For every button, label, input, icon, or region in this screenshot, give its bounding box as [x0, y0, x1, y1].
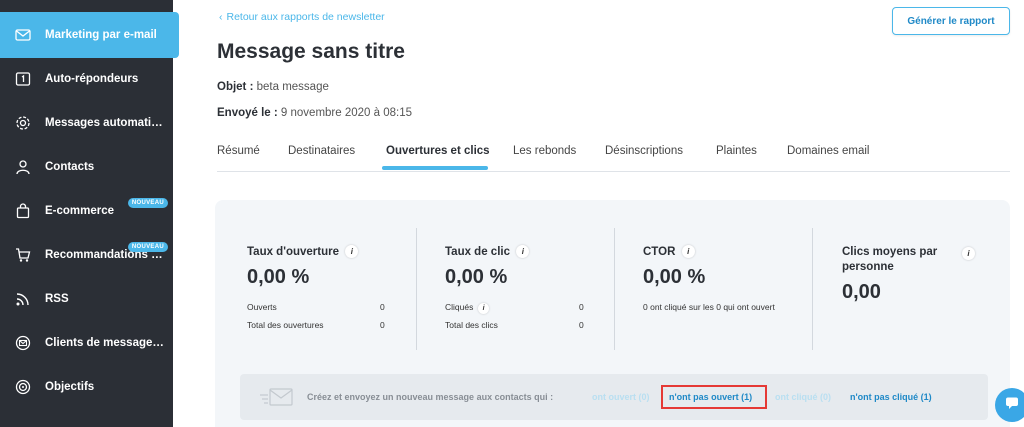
tab-opens-clicks[interactable]: Ouvertures et clics	[386, 145, 490, 157]
not-clicked-link[interactable]: n'ont pas cliqué (1)	[850, 392, 932, 402]
chevron-left-icon: ‹	[219, 11, 223, 23]
shopping-bag-icon	[14, 202, 32, 220]
clicked-link[interactable]: ont cliqué (0)	[775, 392, 831, 402]
sidebar-item-label: Marketing par e-mail	[45, 29, 157, 41]
cart-icon	[14, 246, 32, 264]
target-icon	[14, 378, 32, 396]
info-icon[interactable]: i	[345, 245, 359, 258]
active-tab-indicator	[382, 166, 488, 170]
sent-date-line: Envoyé le : 9 novembre 2020 à 08:15	[217, 107, 412, 119]
chat-button[interactable]	[995, 388, 1024, 422]
clicked-label: Cliqués i	[445, 302, 490, 314]
tab-complaints[interactable]: Plaintes	[716, 145, 757, 157]
mail-client-icon	[14, 334, 32, 352]
stat-divider	[614, 228, 615, 350]
sidebar-item-contacts[interactable]: Contacts	[0, 145, 173, 189]
autoresponder-icon	[14, 70, 32, 88]
sidebar-item-label: Contacts	[45, 161, 95, 173]
mail-icon	[14, 26, 32, 44]
opened-label: Ouverts	[247, 302, 277, 312]
person-icon	[14, 158, 32, 176]
new-badge: NOUVEAU	[127, 242, 168, 252]
resend-prompt: Créez et envoyez un nouveau message aux …	[307, 392, 554, 402]
opened-value: 0	[380, 302, 385, 312]
tab-email-domains[interactable]: Domaines email	[787, 145, 869, 157]
open-rate-stat: Taux d'ouverture i 0,00 %	[247, 245, 437, 289]
clicked-value: 0	[579, 302, 584, 312]
subject-line: Objet : beta message	[217, 81, 329, 93]
generate-report-button[interactable]: Générer le rapport	[892, 7, 1010, 35]
total-clicks-value: 0	[579, 320, 584, 330]
stat-divider	[812, 228, 813, 350]
sidebar-item-label: Objectifs	[45, 381, 95, 393]
envelope-icon	[259, 385, 295, 414]
sidebar-item-ecommerce[interactable]: E-commerce NOUVEAU	[0, 189, 173, 233]
click-rate-stat: Taux de clic i 0,00 %	[445, 245, 635, 289]
info-icon[interactable]: i	[478, 303, 490, 314]
total-opens-label: Total des ouvertures	[247, 320, 324, 330]
info-icon[interactable]: i	[962, 247, 975, 260]
sidebar-item-autoresponders[interactable]: Auto-répondeurs	[0, 57, 173, 101]
info-icon[interactable]: i	[516, 245, 530, 258]
highlight-box	[661, 385, 767, 409]
opened-link[interactable]: ont ouvert (0)	[592, 392, 650, 402]
sidebar-item-rss[interactable]: RSS	[0, 277, 173, 321]
sidebar-item-label: E-commerce	[45, 205, 115, 217]
stat-divider	[416, 228, 417, 350]
tab-summary[interactable]: Résumé	[217, 145, 260, 157]
ctor-value: 0,00 %	[643, 266, 706, 288]
avg-clicks-value: 0,00	[842, 281, 881, 303]
tab-bounces[interactable]: Les rebonds	[513, 145, 576, 157]
tab-unsubscribes[interactable]: Désinscriptions	[605, 145, 683, 157]
total-opens-value: 0	[380, 320, 385, 330]
sidebar-item-label: Messages automatisés	[45, 117, 165, 129]
sidebar-item-label: Clients de messagerie	[45, 337, 165, 349]
sidebar-item-goals[interactable]: Objectifs	[0, 365, 173, 409]
total-clicks-label: Total des clics	[445, 320, 498, 330]
tab-recipients[interactable]: Destinataires	[288, 145, 355, 157]
sidebar-item-label: Auto-répondeurs	[45, 73, 139, 85]
sidebar-item-recommendations[interactable]: Recommandations de … NOUVEAU	[0, 233, 173, 277]
sidebar-item-label: RSS	[45, 293, 69, 305]
info-icon[interactable]: i	[681, 245, 695, 258]
sidebar-item-email-clients[interactable]: Clients de messagerie	[0, 321, 173, 365]
sidebar-item-email-marketing[interactable]: Marketing par e-mail	[0, 12, 179, 58]
chat-icon	[1005, 396, 1019, 415]
back-link[interactable]: ‹ Retour aux rapports de newsletter	[219, 11, 385, 23]
sidebar-item-automated-messages[interactable]: Messages automatisés	[0, 101, 173, 145]
click-rate-value: 0,00 %	[445, 266, 508, 288]
page-title: Message sans titre	[217, 40, 405, 63]
rss-icon	[14, 290, 32, 308]
gear-icon	[14, 114, 32, 132]
ctor-note: 0 ont cliqué sur les 0 qui ont ouvert	[643, 302, 775, 312]
open-rate-value: 0,00 %	[247, 266, 310, 288]
new-badge: NOUVEAU	[127, 198, 168, 208]
ctor-stat: CTOR i 0,00 %	[643, 245, 833, 289]
